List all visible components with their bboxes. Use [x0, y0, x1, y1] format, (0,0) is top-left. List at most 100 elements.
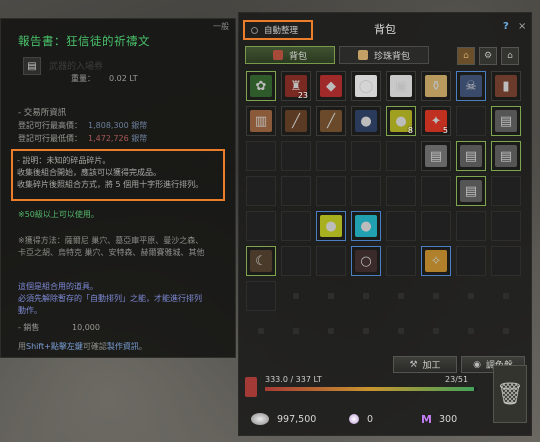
inventory-slot-item[interactable]: ◆ [316, 71, 346, 101]
item-icon: ▤ [425, 145, 447, 167]
combine-note: 這個是組合用的道具。 必須先解除暫存的「自動排列」之能，才能進行排列 動作。 [18, 282, 202, 315]
inventory-slot-empty[interactable] [281, 141, 311, 171]
craft-label: 加工 [422, 361, 441, 371]
inventory-slot-empty[interactable] [421, 211, 451, 241]
tab-pearl-label: 珍珠背包 [373, 51, 410, 62]
weight-bar [265, 387, 477, 391]
item-icon: ○ [355, 250, 377, 272]
tab-pearl-inventory[interactable]: 珍珠背包 [339, 46, 429, 64]
obtain-method: ※獲得方法：薩爾尼 巢穴、墓亞庫平原、曼沙之森、 卡亞之胡、烏特克 巢穴、安特森… [18, 236, 205, 257]
inventory-slot-empty[interactable] [491, 176, 521, 206]
inventory-slot-item[interactable]: ▤ [456, 176, 486, 206]
chest-icon [357, 50, 368, 60]
item-icon: ▤ [460, 180, 482, 202]
item-icon: ▤ [460, 145, 482, 167]
inventory-slot-empty[interactable] [281, 176, 311, 206]
inventory-slot-empty[interactable] [316, 246, 346, 276]
inventory-slot-empty[interactable] [246, 176, 276, 206]
tab-inventory[interactable]: 背包 [245, 46, 335, 64]
silver-icon [251, 413, 269, 425]
item-icon: ▣ [390, 75, 412, 97]
inventory-slot-item[interactable]: ▣ [386, 71, 416, 101]
locked-slot [491, 316, 521, 346]
inventory-slot-item[interactable]: ▮ [491, 71, 521, 101]
miles-icon: M [421, 413, 432, 426]
item-description: - 說明：未知的碎品碎片。 收集後組合開始，應該可以獲得完成品。 收集碎片後照組… [11, 149, 225, 201]
transfer-icon[interactable]: ⌂ [457, 47, 475, 65]
inventory-slot-empty[interactable] [351, 141, 381, 171]
silver-amount: 997,500 [277, 414, 317, 425]
inventory-slot-empty[interactable] [386, 176, 416, 206]
inventory-slot-item[interactable]: ▤ [491, 106, 521, 136]
locked-slot [351, 281, 381, 311]
inventory-slot-item[interactable]: ▥ [246, 106, 276, 136]
inventory-slot-empty[interactable] [316, 141, 346, 171]
inventory-slot-item[interactable]: ● [351, 106, 381, 136]
pearl-amount: 0 [367, 414, 374, 425]
inventory-slot-empty[interactable] [386, 246, 416, 276]
item-icon: ☠ [460, 75, 482, 97]
locked-slot [246, 316, 276, 346]
locked-slot [351, 316, 381, 346]
inventory-slot-item[interactable]: ● [316, 211, 346, 241]
inventory-slot-empty[interactable] [456, 211, 486, 241]
inventory-slot-item[interactable]: ╱ [281, 106, 311, 136]
inventory-slot-empty[interactable] [421, 176, 451, 206]
inventory-slot-item[interactable]: ♜ 23 [281, 71, 311, 101]
inventory-slot-empty[interactable] [456, 246, 486, 276]
inventory-slot-empty[interactable] [246, 141, 276, 171]
item-count: 23 [297, 91, 308, 100]
inventory-slot-empty[interactable] [456, 106, 486, 136]
inventory-slot-empty[interactable] [281, 246, 311, 276]
inventory-slot-item[interactable]: ✿ [246, 71, 276, 101]
locked-slot [316, 281, 346, 311]
inventory-slot-item[interactable]: ⚱ [421, 71, 451, 101]
item-weight: 重量： 0.02 LT [71, 74, 138, 83]
pearl-icon [349, 414, 359, 424]
inventory-slot-empty[interactable] [281, 211, 311, 241]
inventory-slot-empty[interactable] [386, 211, 416, 241]
inventory-slot-item[interactable]: ✦ 5 [421, 106, 451, 136]
item-count: 8 [407, 126, 413, 135]
locked-slot [386, 316, 416, 346]
sell-price: - 銷售 10,000 [18, 323, 100, 332]
inventory-slot-empty[interactable] [351, 176, 381, 206]
locked-slot [281, 281, 311, 311]
inventory-slot-item[interactable]: ● [351, 211, 381, 241]
auto-sort-toggle[interactable]: 自動整理 [243, 20, 313, 40]
slot-count: 23/51 [445, 375, 469, 384]
help-button[interactable]: ? [503, 21, 509, 32]
trash-icon[interactable]: 🗑 [493, 365, 527, 423]
inventory-slot-item[interactable]: ▤ [456, 141, 486, 171]
inventory-slot-empty[interactable] [246, 211, 276, 241]
inventory-slot-empty[interactable] [491, 211, 521, 241]
settings-icon[interactable]: ⚙ [479, 47, 497, 65]
house-icon[interactable]: ⌂ [501, 47, 519, 65]
item-icon: ◆ [320, 75, 342, 97]
inventory-slot-item[interactable]: ● 8 [386, 106, 416, 136]
inventory-slot-item[interactable]: ☾ [246, 246, 276, 276]
inventory-slot-empty[interactable] [491, 246, 521, 276]
palette-icon: ◉ [473, 359, 481, 370]
inventory-slot-item[interactable]: ▤ [421, 141, 451, 171]
hammer-icon: ⚒ [409, 359, 418, 370]
item-icon: ✧ [425, 250, 447, 272]
inventory-slot-item[interactable]: ▤ [491, 141, 521, 171]
inventory-slot-item[interactable]: ☠ [456, 71, 486, 101]
inventory-slot-empty[interactable] [386, 141, 416, 171]
inventory-slot-item[interactable]: ○ [351, 246, 381, 276]
close-button[interactable]: × [518, 21, 526, 32]
inventory-slot-item[interactable]: ◯ [351, 71, 381, 101]
inventory-header: 背包 自動整理 ? × [239, 13, 531, 40]
inventory-slot-empty[interactable] [316, 176, 346, 206]
weight-bar-fill [265, 387, 475, 391]
inventory-slot-empty[interactable] [246, 281, 276, 311]
item-icon: ◯ [355, 75, 377, 97]
item-icon: ╱ [320, 110, 342, 132]
inventory-slot-item[interactable]: ╱ [316, 106, 346, 136]
tooltip-footer: 用Shift+點擊左鍵可確認製作資訊。 [18, 342, 147, 351]
inventory-slot-item[interactable]: ✧ [421, 246, 451, 276]
min-price-row: 登記可行最低價： 1,472,726 銀幣 [18, 134, 148, 143]
locked-slot [316, 316, 346, 346]
craft-button[interactable]: ⚒ 加工 [393, 356, 457, 373]
